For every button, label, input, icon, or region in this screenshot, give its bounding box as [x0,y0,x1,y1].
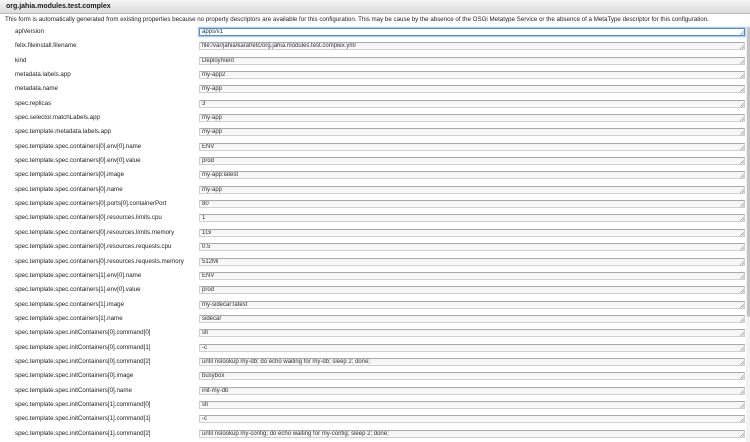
dialog-titlebar[interactable]: org.jahia.modules.test.complex [0,0,750,14]
property-row: felix.fileinstall.filename [0,39,750,53]
property-row: spec.template.spec.containers[0].resourc… [0,211,750,225]
property-value-field[interactable] [199,99,745,108]
property-value-field[interactable] [199,372,745,381]
property-key-label: spec.template.spec.containers[0].image [15,171,125,179]
property-key-label: spec.template.spec.containers[0].resourc… [15,243,172,251]
property-value-field[interactable] [199,142,745,151]
property-key-label: spec.template.spec.containers[1].image [15,300,125,308]
property-value-field[interactable] [199,400,745,409]
property-key-label: spec.template.spec.initContainers[0].com… [15,343,151,351]
property-row: spec.template.spec.initContainers[0].com… [0,341,750,355]
property-row: spec.template.spec.containers[0].resourc… [0,240,750,254]
property-row: spec.template.spec.containers[0].env[0].… [0,140,750,154]
property-row: kind [0,54,750,68]
property-key-label: spec.template.spec.initContainers[0].nam… [15,386,132,394]
property-row: spec.template.spec.initContainers[1].com… [0,398,750,412]
property-row: spec.template.spec.containers[0].resourc… [0,255,750,269]
dialog-title: org.jahia.modules.test.complex [6,3,111,10]
property-row: spec.template.spec.containers[1].env[0].… [0,283,750,297]
property-key-label: metadata.name [15,85,58,93]
property-row: spec.template.spec.containers[0].ports[0… [0,197,750,211]
property-key-label: spec.template.spec.initContainers[1].com… [15,400,151,408]
property-row: metadata.labels.app [0,68,750,82]
property-key-label: spec.template.spec.containers[1].name [15,314,123,322]
property-list: apiVersion felix.fileinstall.filename kind… [0,25,750,441]
property-row: apiVersion [0,25,750,39]
property-row: spec.template.spec.initContainers[0].ima… [0,369,750,383]
property-value-field[interactable] [199,271,745,280]
property-key-label: spec.template.spec.initContainers[1].com… [15,429,151,437]
property-row: spec.template.spec.initContainers[0].com… [0,355,750,369]
property-row: spec.template.spec.initContainers[1].com… [0,427,750,441]
property-value-field[interactable] [199,157,745,166]
property-value-field[interactable] [199,42,745,51]
property-row: spec.template.spec.containers[0].image [0,168,750,182]
scrollbar-thumb[interactable] [746,27,750,317]
property-key-label: spec.template.spec.initContainers[1].com… [15,415,151,423]
property-row: metadata.name [0,82,750,96]
property-key-label: spec.template.spec.initContainers[0].ima… [15,372,134,380]
property-value-field[interactable] [199,214,745,223]
property-key-label: spec.template.spec.containers[0].env[0].… [15,142,142,150]
property-value-field[interactable] [199,56,745,65]
property-row: spec.selector.matchLabels.app [0,111,750,125]
property-row: spec.template.spec.containers[0].env[0].… [0,154,750,168]
auto-generated-notice: This form is automatically generated fro… [5,16,709,23]
property-value-field[interactable] [199,286,745,295]
property-value-field[interactable] [199,415,745,424]
property-key-label: spec.template.spec.containers[0].resourc… [15,214,162,222]
property-key-label: felix.fileinstall.filename [15,42,77,50]
property-row: spec.template.spec.initContainers[0].nam… [0,384,750,398]
property-key-label: spec.template.spec.initContainers[0].com… [15,329,151,337]
property-value-field[interactable] [199,28,745,36]
property-value-field[interactable] [199,185,745,194]
property-value-field[interactable] [199,343,745,352]
property-row: spec.template.spec.initContainers[0].com… [0,326,750,340]
property-row: spec.template.spec.containers[1].env[0].… [0,269,750,283]
property-value-field[interactable] [199,128,745,137]
property-key-label: spec.template.spec.initContainers[0].com… [15,357,151,365]
property-value-field[interactable] [199,429,745,438]
property-value-field[interactable] [199,71,745,80]
property-key-label: apiVersion [15,28,44,35]
property-key-label: spec.template.spec.containers[0].name [15,185,123,193]
property-value-field[interactable] [199,243,745,252]
property-key-label: spec.template.spec.containers[0].resourc… [15,257,184,265]
property-row: spec.template.metadata.labels.app [0,125,750,139]
property-key-label: metadata.labels.app [15,71,71,79]
property-row: spec.template.spec.containers[0].resourc… [0,226,750,240]
property-value-field[interactable] [199,228,745,237]
property-value-field[interactable] [199,329,745,338]
vertical-scrollbar[interactable] [746,25,750,442]
property-key-label: spec.template.metadata.labels.app [15,128,111,136]
property-value-field[interactable] [199,386,745,395]
property-key-label: spec.template.spec.containers[0].resourc… [15,228,175,236]
property-key-label: kind [15,56,27,64]
property-row: spec.template.spec.containers[1].image [0,298,750,312]
property-value-field[interactable] [199,200,745,209]
property-key-label: spec.replicas [15,99,52,107]
property-value-field[interactable] [199,300,745,309]
property-key-label: spec.template.spec.containers[1].env[0].… [15,286,141,294]
property-key-label: spec.template.spec.containers[1].env[0].… [15,271,142,279]
configuration-dialog: org.jahia.modules.test.complex This form… [0,0,750,442]
property-value-field[interactable] [199,114,745,123]
property-row: spec.template.spec.containers[0].name [0,183,750,197]
property-value-field[interactable] [199,85,745,94]
property-row: spec.template.spec.containers[1].name [0,312,750,326]
property-key-label: spec.template.spec.containers[0].ports[0… [15,200,167,208]
property-value-field[interactable] [199,171,745,180]
property-value-field[interactable] [199,257,745,266]
property-key-label: spec.selector.matchLabels.app [15,114,100,122]
property-key-label: spec.template.spec.containers[0].env[0].… [15,157,141,165]
property-row: spec.replicas [0,97,750,111]
property-value-field[interactable] [199,314,745,323]
property-value-field[interactable] [199,357,745,366]
property-row: spec.template.spec.initContainers[1].com… [0,412,750,426]
